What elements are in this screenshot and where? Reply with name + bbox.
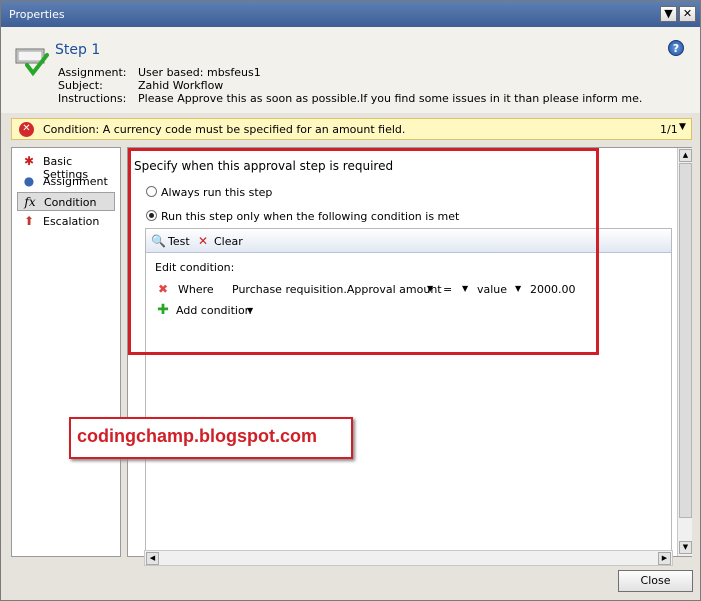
- asterisk-icon: ✱: [23, 154, 35, 168]
- chevron-down-icon: ▼: [664, 7, 673, 20]
- assignment-value: User based: mbsfeus1: [138, 66, 261, 79]
- user-icon: ●: [23, 174, 35, 188]
- scroll-down-button[interactable]: ▼: [679, 541, 692, 554]
- nav-item-label: Condition: [44, 196, 97, 209]
- nav-item-label: Assignment: [43, 175, 108, 188]
- subject-label: Subject:: [58, 79, 103, 92]
- assignment-label: Assignment:: [58, 66, 127, 79]
- scroll-thumb[interactable]: [679, 163, 692, 518]
- help-icon[interactable]: ?: [668, 40, 684, 56]
- annotation-highlight: [128, 148, 599, 355]
- watermark-box: codingchamp.blogspot.com: [69, 417, 353, 459]
- watermark-text: codingchamp.blogspot.com: [77, 426, 318, 446]
- error-icon: ✕: [19, 122, 34, 137]
- approval-step-icon: [15, 48, 49, 77]
- scroll-left-button[interactable]: ◀: [146, 552, 159, 565]
- vertical-scrollbar[interactable]: ▲ ▼: [677, 148, 692, 556]
- warning-message: Condition: A currency code must be speci…: [43, 123, 406, 136]
- nav-item-condition[interactable]: fx Condition: [17, 192, 115, 211]
- function-icon: fx: [24, 195, 36, 209]
- warning-count: 1/1: [660, 123, 678, 136]
- close-button[interactable]: Close: [618, 570, 693, 592]
- close-icon: ✕: [682, 7, 693, 20]
- escalation-icon: ⬆: [23, 214, 35, 228]
- step-header: Step 1 Assignment: User based: mbsfeus1 …: [1, 27, 700, 113]
- warning-dropdown-icon[interactable]: ▼: [679, 122, 686, 132]
- instructions-value: Please Approve this as soon as possible.…: [138, 92, 643, 105]
- instructions-label: Instructions:: [58, 92, 127, 105]
- title-bar: Properties ▼ ✕: [1, 1, 700, 27]
- nav-item-basic-settings[interactable]: ✱ Basic Settings: [17, 152, 115, 181]
- scroll-right-button[interactable]: ▶: [658, 552, 671, 565]
- horizontal-scrollbar[interactable]: ◀ ▶: [144, 550, 673, 566]
- subject-value: Zahid Workflow: [138, 79, 224, 92]
- window-menu-button[interactable]: ▼: [660, 6, 677, 22]
- warning-bar: ✕ Condition: A currency code must be spe…: [11, 118, 692, 140]
- nav-item-label: Escalation: [43, 215, 100, 228]
- settings-nav: ✱ Basic Settings ● Assignment fx Conditi…: [11, 147, 121, 557]
- properties-window: Properties ▼ ✕ Step 1 Assignment: User b…: [0, 0, 701, 601]
- window-title: Properties: [9, 8, 65, 21]
- step-title: Step 1: [55, 42, 101, 58]
- nav-item-escalation[interactable]: ⬆ Escalation: [17, 212, 115, 231]
- scroll-up-button[interactable]: ▲: [679, 149, 692, 162]
- nav-item-assignment[interactable]: ● Assignment: [17, 172, 115, 191]
- window-close-button[interactable]: ✕: [679, 6, 696, 22]
